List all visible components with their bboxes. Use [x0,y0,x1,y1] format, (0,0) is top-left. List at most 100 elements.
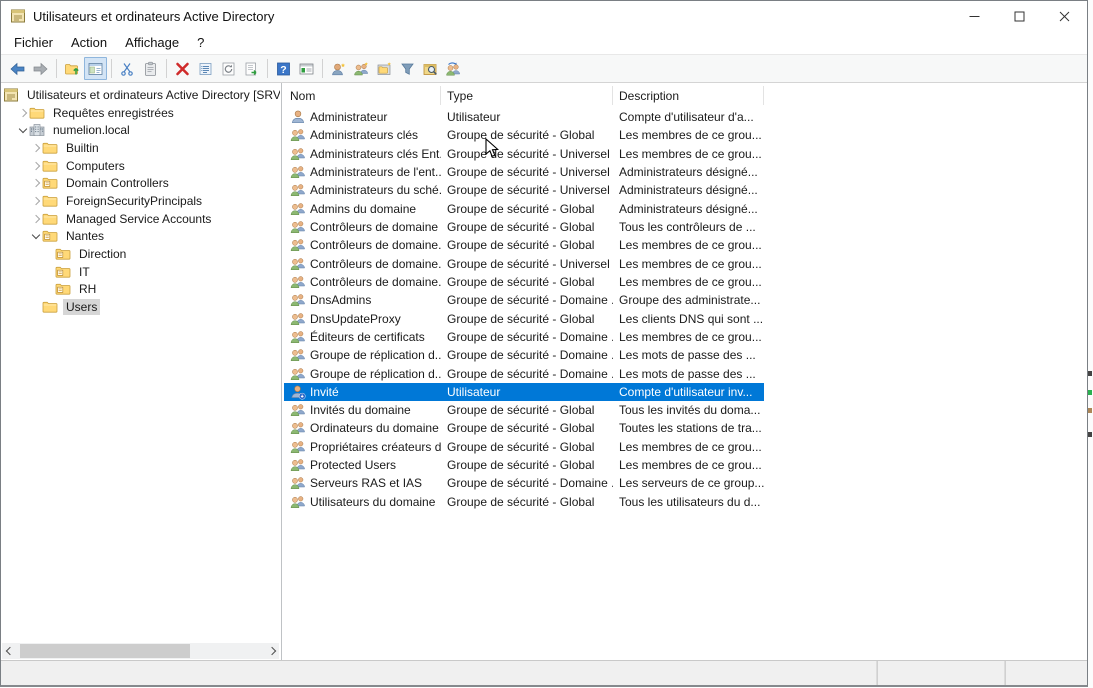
main-area: Utilisateurs et ordinateurs Active Direc… [1,83,1087,660]
cell-description: Compte d'utilisateur d'a... [613,110,764,124]
find-button[interactable] [419,57,442,80]
ou-icon [55,281,72,297]
menu-item-[interactable]: ? [188,33,213,52]
delete-button[interactable] [171,57,194,80]
column-header-description[interactable]: Description [613,86,764,105]
scrollbar-thumb[interactable] [20,644,190,658]
paste-icon [142,61,159,77]
tree-item-foreignsecurityprincipals[interactable]: ForeignSecurityPrincipals [1,192,280,210]
table-row-ordinateurs-du-domaine[interactable]: Ordinateurs du domaineGroupe de sécurité… [284,419,764,437]
group-icon [290,164,307,180]
table-row-contr-leurs-de-domaine[interactable]: Contrôleurs de domaine...Groupe de sécur… [284,236,764,254]
show-console-tree-button[interactable] [84,57,107,80]
group-icon [290,201,307,217]
export-list-button[interactable] [240,57,263,80]
table-row-serveurs-ras-et-ias[interactable]: Serveurs RAS et IASGroupe de sécurité - … [284,474,764,492]
scroll-left-arrow-icon[interactable] [2,643,17,659]
tree-item-numelion-local[interactable]: numelion.local [1,121,280,139]
cell-description: Tous les contrôleurs de ... [613,220,764,234]
tree-item-direction[interactable]: Direction [1,245,280,263]
filter-button[interactable] [396,57,419,80]
root-icon [3,87,20,103]
add-to-group-button[interactable] [442,57,465,80]
toolbar-separator [322,59,323,78]
tree-horizontal-scrollbar[interactable] [2,643,279,659]
close-button[interactable] [1042,1,1087,31]
table-row-administrateurs-cl-s-ent[interactable]: Administrateurs clés Ent...Groupe de séc… [284,145,764,163]
chevron-down-icon[interactable] [16,128,29,132]
tree-item-builtin[interactable]: Builtin [1,139,280,157]
up-one-level-button[interactable] [61,57,84,80]
back-button[interactable] [6,57,29,80]
chevron-right-icon[interactable] [29,198,42,204]
table-row-invit-s-du-domaine[interactable]: Invités du domaineGroupe de sécurité - G… [284,401,764,419]
properties-button[interactable] [194,57,217,80]
cell-type: Groupe de sécurité - Domaine ... [441,348,613,362]
chevron-right-icon[interactable] [29,163,42,169]
minimize-icon [969,11,980,22]
table-row-contr-leurs-de-domaine[interactable]: Contrôleurs de domaineGroupe de sécurité… [284,218,764,236]
cut-button[interactable] [116,57,139,80]
table-row-administrateurs-de-l-ent[interactable]: Administrateurs de l'ent...Groupe de séc… [284,163,764,181]
menu-item-fichier[interactable]: Fichier [5,33,62,52]
table-row-propri-taires-cr-ateurs[interactable]: Propriétaires créateurs d...Groupe de sé… [284,438,764,456]
menu-item-affichage[interactable]: Affichage [116,33,188,52]
new-console-window-button[interactable] [295,57,318,80]
table-row-invit[interactable]: InvitéUtilisateurCompte d'utilisateur in… [284,383,764,401]
tree-item-domain-controllers[interactable]: Domain Controllers [1,174,280,192]
table-row-admins-du-domaine[interactable]: Admins du domaineGroupe de sécurité - Gl… [284,200,764,218]
cell-type: Groupe de sécurité - Global [441,421,613,435]
cell-description: Tous les utilisateurs du d... [613,495,764,509]
tree-item-rh[interactable]: RH [1,281,280,299]
table-row-utilisateurs-du-domaine[interactable]: Utilisateurs du domaineGroupe de sécurit… [284,493,764,511]
cell-description: Les membres de ce grou... [613,275,764,289]
cell-nom: Administrateurs clés Ent... [310,147,441,161]
table-row-groupe-de-r-plication[interactable]: Groupe de réplication d...Groupe de sécu… [284,364,764,382]
table-row-administrateur[interactable]: AdministrateurUtilisateurCompte d'utilis… [284,108,764,126]
chevron-right-icon[interactable] [29,216,42,222]
group-icon [290,311,307,327]
tree-item-utilisateurs-et-ordinateurs-active[interactable]: Utilisateurs et ordinateurs Active Direc… [1,86,280,104]
column-header-nom[interactable]: Nom [284,86,441,105]
tree-item-requ-tes-enregistr-es[interactable]: Requêtes enregistrées [1,104,280,122]
cut-icon [119,61,136,77]
tree-item-users[interactable]: Users [1,298,280,316]
column-header-type[interactable]: Type [441,86,613,105]
new-user-button[interactable] [327,57,350,80]
cell-type: Groupe de sécurité - Domaine ... [441,293,613,307]
maximize-button[interactable] [997,1,1042,31]
new-organizational-unit-button[interactable] [373,57,396,80]
table-row-administrateurs-cl-s[interactable]: Administrateurs clésGroupe de sécurité -… [284,126,764,144]
minimize-button[interactable] [952,1,997,31]
tree-item-it[interactable]: IT [1,263,280,281]
chevron-right-icon[interactable] [29,180,42,186]
table-row-dnsupdateproxy[interactable]: DnsUpdateProxyGroupe de sécurité - Globa… [284,309,764,327]
chevron-right-icon[interactable] [16,110,29,116]
table-row-contr-leurs-de-domaine[interactable]: Contrôleurs de domaine...Groupe de sécur… [284,273,764,291]
tree-item-computers[interactable]: Computers [1,157,280,175]
cell-description: Les mots de passe des ... [613,348,764,362]
scroll-right-arrow-icon[interactable] [264,643,279,659]
table-row-contr-leurs-de-domaine[interactable]: Contrôleurs de domaine...Groupe de sécur… [284,255,764,273]
table-row-dnsadmins[interactable]: DnsAdminsGroupe de sécurité - Domaine ..… [284,291,764,309]
tree-item-label: Domain Controllers [63,175,172,191]
chevron-down-icon[interactable] [29,234,42,238]
table-row-administrateurs-du-sch[interactable]: Administrateurs du sché...Groupe de sécu… [284,181,764,199]
tree-item-managed-service-accounts[interactable]: Managed Service Accounts [1,210,280,228]
help-button[interactable]: ? [272,57,295,80]
forward-button[interactable] [29,57,52,80]
desktop-icon-fragment [1088,432,1092,437]
chevron-right-icon[interactable] [29,145,42,151]
group-icon [290,127,307,143]
new-group-button[interactable] [350,57,373,80]
menu-item-action[interactable]: Action [62,33,116,52]
new-user-icon [330,61,347,77]
group-icon [290,402,307,418]
table-row-groupe-de-r-plication[interactable]: Groupe de réplication d...Groupe de sécu… [284,346,764,364]
cell-description: Compte d'utilisateur inv... [613,385,764,399]
refresh-button[interactable] [217,57,240,80]
paste-button[interactable] [139,57,162,80]
table-row-diteurs-de-certificats[interactable]: Éditeurs de certificatsGroupe de sécurit… [284,328,764,346]
tree-item-nantes[interactable]: Nantes [1,228,280,246]
table-row-protected-users[interactable]: Protected UsersGroupe de sécurité - Glob… [284,456,764,474]
